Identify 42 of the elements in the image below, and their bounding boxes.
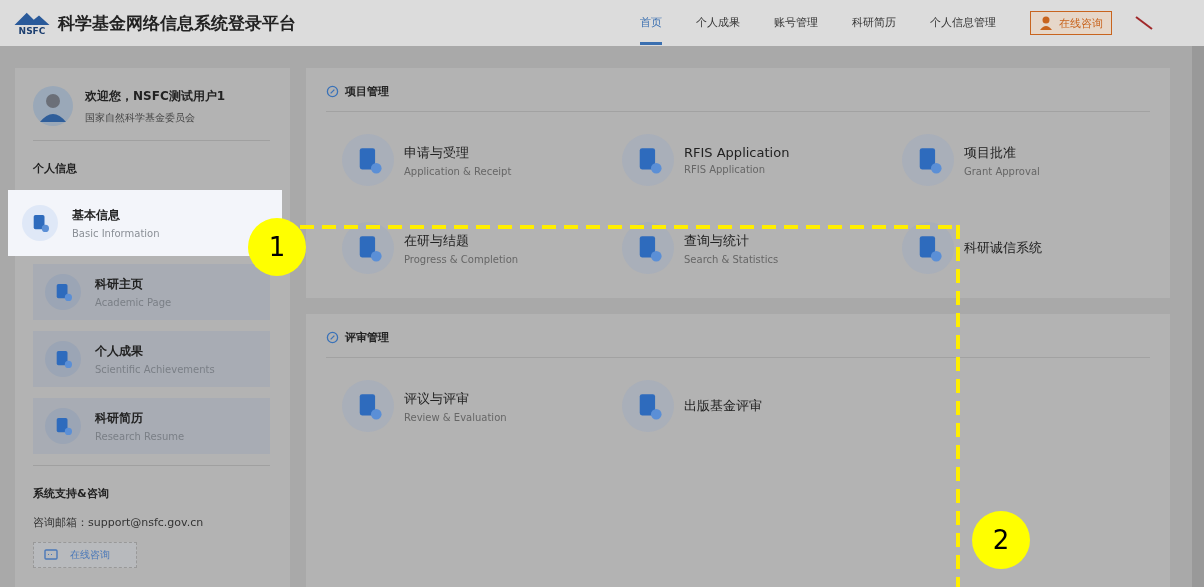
- nav-tab[interactable]: 个人信息管理: [930, 1, 996, 45]
- logo: NSFC: [14, 10, 50, 36]
- section-title: 评审管理: [345, 330, 389, 345]
- mountain-icon: [14, 10, 50, 25]
- document-icon: [45, 274, 81, 310]
- support-email: 咨询邮箱：support@nsfc.gov.cn: [33, 515, 205, 530]
- module-tile[interactable]: 出版基金评审: [622, 380, 902, 432]
- document-icon: [342, 380, 394, 432]
- document-icon: [622, 380, 674, 432]
- section-icon: [326, 331, 339, 344]
- avatar-icon: [33, 86, 73, 126]
- document-icon: [902, 134, 954, 186]
- document-icon: [45, 341, 81, 377]
- nav-tab[interactable]: 首页: [640, 1, 662, 45]
- document-icon: [45, 408, 81, 444]
- nav-tab[interactable]: 科研简历: [852, 1, 896, 45]
- document-icon: [902, 222, 954, 274]
- section-icon: [326, 85, 339, 98]
- chat-icon: [44, 547, 60, 563]
- scrollbar[interactable]: [1192, 46, 1204, 587]
- site-title: 科学基金网络信息系统登录平台: [58, 11, 296, 35]
- module-tile[interactable]: 查询与统计 Search & Statistics: [622, 222, 902, 274]
- person-icon: [1039, 15, 1055, 31]
- document-icon: [342, 222, 394, 274]
- section-title: 项目管理: [345, 84, 389, 99]
- support-title: 系统支持&咨询: [33, 486, 110, 501]
- module-tile[interactable]: RFIS Application RFIS Application: [622, 134, 902, 186]
- document-icon: [22, 205, 58, 241]
- document-icon: [622, 222, 674, 274]
- module-tile[interactable]: 评议与评审 Review & Evaluation: [342, 380, 622, 432]
- section-title: 个人信息: [33, 161, 78, 176]
- module-tile[interactable]: 申请与受理 Application & Receipt: [342, 134, 622, 186]
- greeting-text: 欢迎您，NSFC测试用户1: [85, 87, 226, 105]
- module-tile[interactable]: 在研与结题 Progress & Completion: [342, 222, 622, 274]
- nav-tab[interactable]: 个人成果: [696, 1, 740, 45]
- organization-text: 国家自然科学基金委员会: [85, 110, 196, 125]
- module-tile[interactable]: 科研诚信系统: [902, 222, 1182, 274]
- document-icon: [622, 134, 674, 186]
- module-tile[interactable]: 项目批准 Grant Approval: [902, 134, 1182, 186]
- slash-icon[interactable]: [1134, 13, 1154, 33]
- document-icon: [342, 134, 394, 186]
- nav-tab[interactable]: 账号管理: [774, 1, 818, 45]
